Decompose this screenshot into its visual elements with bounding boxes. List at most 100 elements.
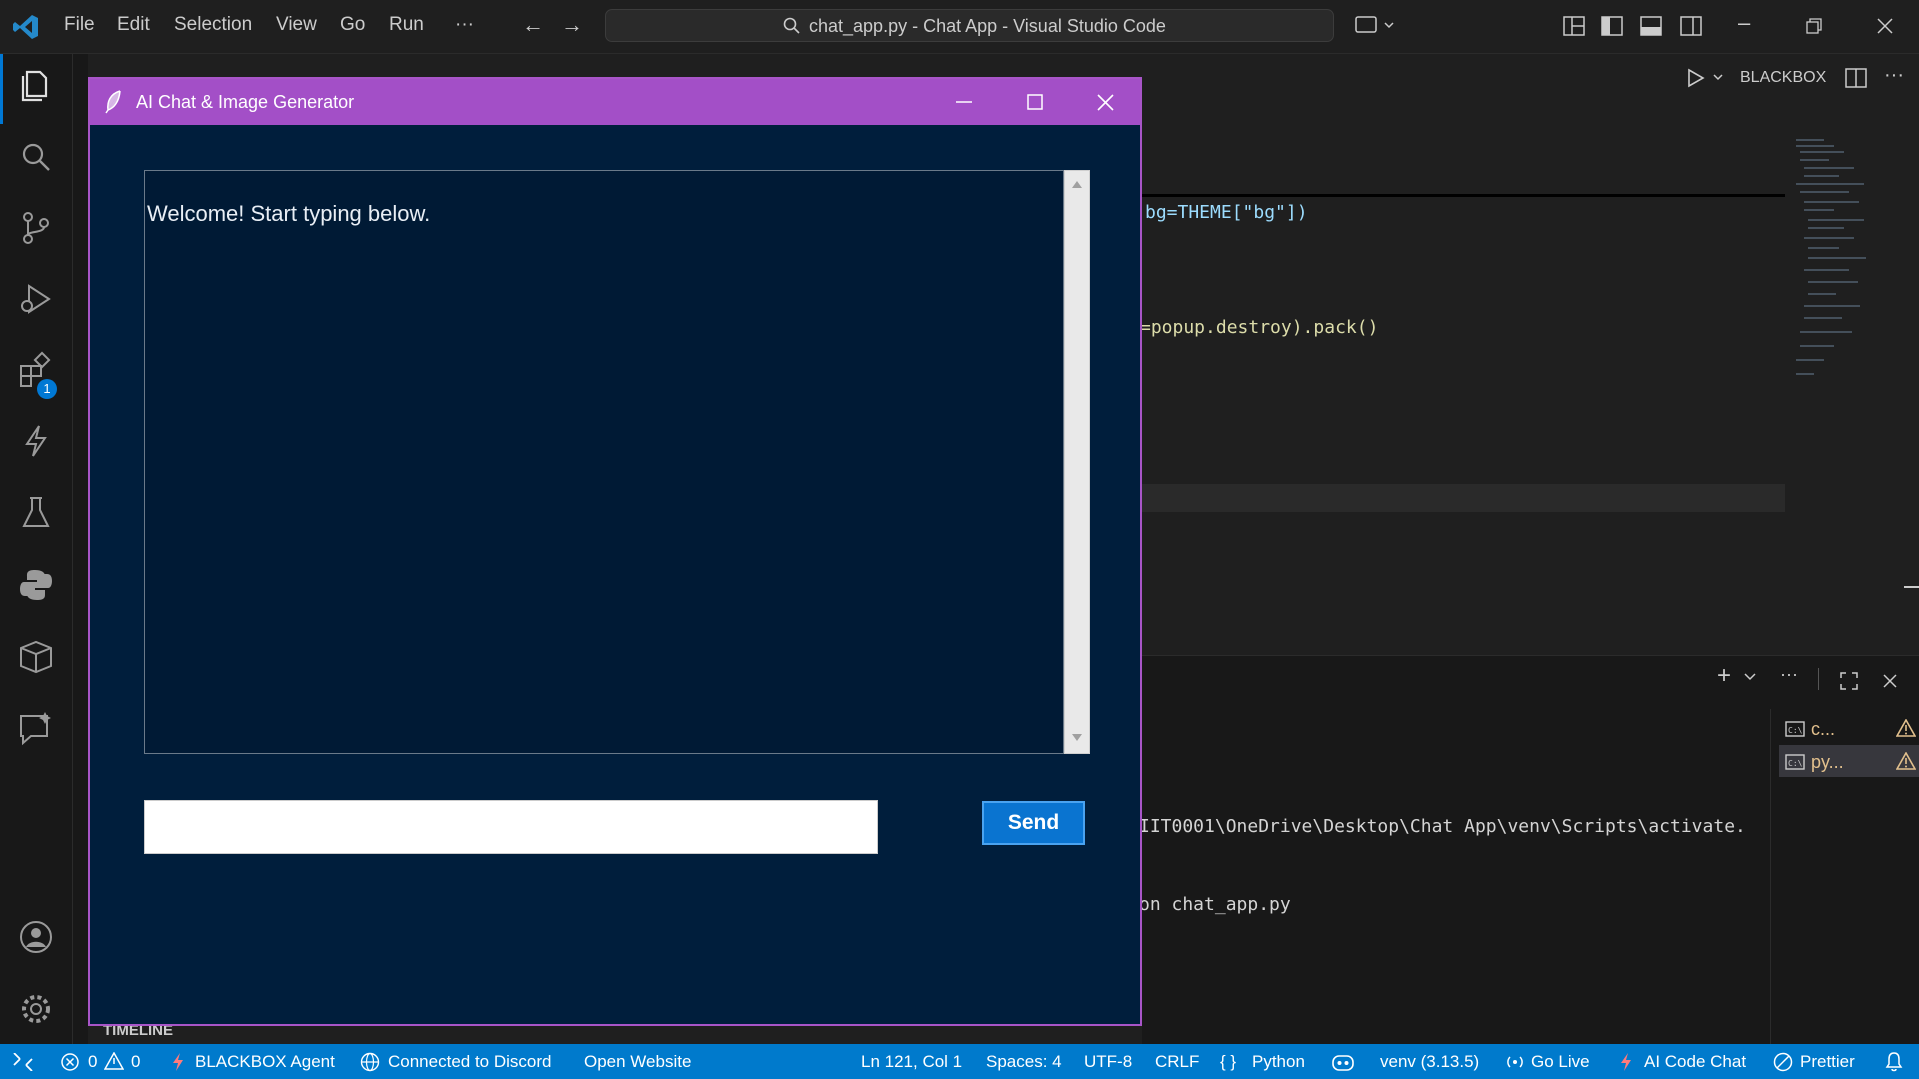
svg-text:C:\: C:\ [1788, 759, 1803, 768]
eol-status[interactable]: CRLF [1155, 1052, 1199, 1072]
title-bar: File Edit Selection View Go Run ··· ← → … [0, 0, 1919, 54]
activity-bar: 1 [0, 54, 73, 1044]
search-sidebar-icon[interactable] [15, 136, 57, 178]
encoding-status[interactable]: UTF-8 [1084, 1052, 1132, 1072]
error-count[interactable]: 0 [88, 1052, 97, 1072]
terminal-line-activate: IIT0001\OneDrive\Desktop\Chat App\venv\S… [1139, 816, 1746, 837]
terminal-panel[interactable]: + ··· IIT0001\OneDrive\Desktop\Chat App\… [1139, 655, 1919, 1046]
extensions-badge: 1 [37, 379, 57, 399]
copilot-status-icon[interactable] [1331, 1052, 1355, 1072]
blackbox-icon[interactable] [15, 420, 57, 462]
run-python-file-icon[interactable] [1686, 68, 1726, 88]
warning-icon [1896, 719, 1916, 737]
python-icon[interactable] [15, 564, 57, 606]
prettier-status[interactable]: Prettier [1800, 1052, 1855, 1072]
ai-code-chat-icon [1621, 1053, 1631, 1071]
more-actions-icon[interactable]: ··· [1884, 64, 1904, 87]
editor-toolbar: BLACKBOX ··· [1142, 54, 1919, 104]
open-website-status[interactable]: Open Website [584, 1052, 691, 1072]
explorer-icon[interactable] [15, 64, 57, 106]
braces-icon: { } [1220, 1052, 1237, 1071]
globe-icon [360, 1052, 380, 1072]
terminal-tabs-divider [1770, 709, 1771, 1046]
python-venv-status[interactable]: venv (3.13.5) [1380, 1052, 1479, 1072]
send-button[interactable]: Send [982, 801, 1085, 845]
accounts-icon[interactable] [15, 916, 57, 958]
menu-file[interactable]: File [64, 14, 95, 36]
chat-app-window: AI Chat & Image Generator Welcome! Start… [88, 77, 1142, 1026]
minimize-window-icon[interactable]: – [1738, 10, 1750, 36]
warning-status-icon [104, 1052, 124, 1070]
code-line-bg: bg=THEME["bg"]) [1145, 202, 1308, 223]
terminal-dropdown-icon[interactable] [1744, 672, 1756, 682]
panel-toolbar-divider [1818, 668, 1819, 690]
code-line-destroy: =popup.destroy).pack() [1140, 317, 1379, 338]
copilot-chat-icon[interactable] [1355, 14, 1395, 38]
command-center[interactable]: chat_app.py - Chat App - Visual Studio C… [605, 9, 1334, 42]
dialog-title-bar[interactable]: AI Chat & Image Generator [90, 79, 1140, 125]
new-terminal-icon[interactable]: + [1717, 662, 1731, 690]
dialog-close-icon[interactable] [1097, 94, 1114, 111]
panel-more-icon[interactable]: ··· [1780, 664, 1798, 685]
toggle-panel-icon[interactable] [1640, 16, 1662, 36]
warning-icon [1896, 752, 1916, 770]
minimap[interactable] [1794, 136, 1879, 386]
status-bar: 0 0 BLACKBOX Agent Connected to Discord … [0, 1044, 1919, 1079]
blackbox-button[interactable]: BLACKBOX [1740, 69, 1826, 87]
restore-window-icon[interactable] [1806, 18, 1822, 34]
menu-go[interactable]: Go [340, 14, 365, 36]
go-live-button[interactable]: Go Live [1531, 1052, 1590, 1072]
containers-icon[interactable] [15, 636, 57, 678]
indentation-status[interactable]: Spaces: 4 [986, 1052, 1062, 1072]
forward-arrow-icon[interactable]: → [561, 12, 583, 38]
feather-icon [105, 90, 121, 114]
cursor-position[interactable]: Ln 121, Col 1 [861, 1052, 962, 1072]
menu-more[interactable]: ··· [455, 14, 474, 36]
chat-scrollbar[interactable] [1064, 170, 1090, 754]
menu-edit[interactable]: Edit [117, 14, 150, 36]
toggle-primary-sidebar-icon[interactable] [1601, 16, 1623, 36]
scrollbar-marker [1904, 586, 1919, 588]
terminal-tab-1[interactable]: C:\ c... [1779, 712, 1919, 744]
toggle-secondary-sidebar-icon[interactable] [1680, 16, 1702, 36]
menu-view[interactable]: View [276, 14, 317, 36]
code-editor[interactable]: bg=THEME["bg"]) =popup.destroy).pack() [1140, 104, 1919, 654]
scroll-down-arrow-icon[interactable] [1071, 733, 1083, 743]
sidebar-edge [73, 54, 88, 1044]
language-mode[interactable]: Python [1252, 1052, 1305, 1072]
split-editor-icon[interactable] [1845, 68, 1867, 88]
message-input[interactable] [144, 800, 878, 854]
terminal-tab-label: c... [1811, 719, 1836, 739]
dialog-minimize-icon[interactable] [956, 101, 972, 103]
welcome-message: Welcome! Start typing below. [147, 201, 431, 226]
terminal-icon: C:\ [1785, 721, 1805, 737]
close-window-icon[interactable] [1877, 18, 1893, 34]
run-debug-icon[interactable] [15, 278, 57, 320]
blackbox-agent-icon [173, 1053, 183, 1071]
search-icon [783, 17, 800, 34]
close-panel-icon[interactable] [1883, 674, 1897, 688]
broadcast-icon [1507, 1056, 1523, 1068]
warning-count[interactable]: 0 [131, 1052, 140, 1072]
blackbox-agent-status[interactable]: BLACKBOX Agent [195, 1052, 335, 1072]
menu-run[interactable]: Run [389, 14, 424, 36]
ai-code-chat-status[interactable]: AI Code Chat [1644, 1052, 1746, 1072]
testing-icon[interactable] [15, 492, 57, 534]
chat-history[interactable]: Welcome! Start typing below. [144, 170, 1064, 754]
remote-indicator-icon[interactable] [12, 1053, 34, 1071]
settings-gear-icon[interactable] [15, 988, 57, 1030]
error-icon [61, 1053, 79, 1071]
layout-customize-icon[interactable] [1563, 16, 1585, 36]
back-arrow-icon[interactable]: ← [522, 12, 544, 38]
dialog-maximize-icon[interactable] [1027, 94, 1043, 110]
terminal-tab-2[interactable]: C:\ py... [1779, 745, 1919, 777]
chat-icon[interactable] [15, 708, 57, 750]
discord-status[interactable]: Connected to Discord [388, 1052, 551, 1072]
terminal-icon: C:\ [1785, 754, 1805, 770]
scroll-up-arrow-icon[interactable] [1071, 179, 1083, 189]
source-control-icon[interactable] [15, 207, 57, 249]
notifications-bell-icon[interactable] [1885, 1051, 1903, 1072]
maximize-panel-icon[interactable] [1840, 672, 1858, 690]
menu-selection[interactable]: Selection [174, 14, 252, 36]
current-line-highlight [1142, 484, 1785, 512]
